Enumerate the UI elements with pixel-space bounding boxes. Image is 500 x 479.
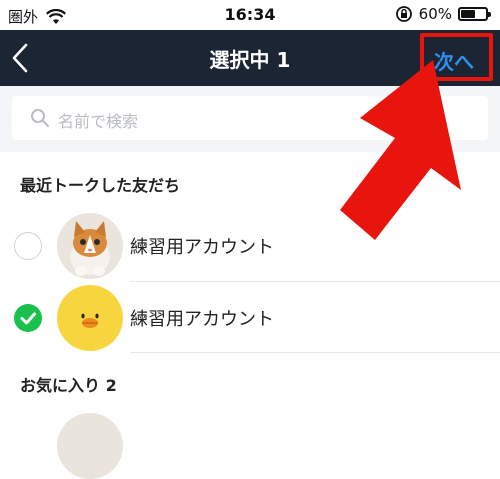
avatar-partial bbox=[57, 413, 123, 479]
checkmark-icon bbox=[20, 312, 36, 325]
chick-image bbox=[57, 285, 123, 351]
contact-name: 練習用アカウント bbox=[130, 309, 274, 330]
search-placeholder: 名前で検索 bbox=[58, 112, 139, 131]
battery-icon bbox=[458, 7, 491, 21]
contact-name: 練習用アカウント bbox=[130, 237, 274, 258]
battery-percent: 60% bbox=[418, 5, 452, 23]
search-icon bbox=[31, 109, 49, 127]
section-title-favorites: お気に入り 2 bbox=[20, 376, 117, 395]
orientation-lock-icon bbox=[395, 6, 412, 22]
divider bbox=[130, 281, 500, 282]
checkbox-checked[interactable] bbox=[14, 304, 42, 332]
status-right: 60% bbox=[395, 5, 491, 23]
contact-row[interactable]: 練習用アカウント bbox=[0, 283, 500, 353]
battery-fill bbox=[461, 10, 476, 18]
kitten-image bbox=[57, 213, 123, 279]
divider bbox=[130, 352, 500, 353]
avatar-yellow-chick bbox=[57, 285, 123, 351]
checkbox-unchecked[interactable] bbox=[14, 232, 42, 260]
section-title-recent: 最近トークした友だち bbox=[20, 176, 181, 195]
annotation-arrow bbox=[340, 60, 461, 240]
status-bar: 圏外 16:34 60% bbox=[0, 0, 500, 30]
avatar-kitten bbox=[57, 213, 123, 279]
